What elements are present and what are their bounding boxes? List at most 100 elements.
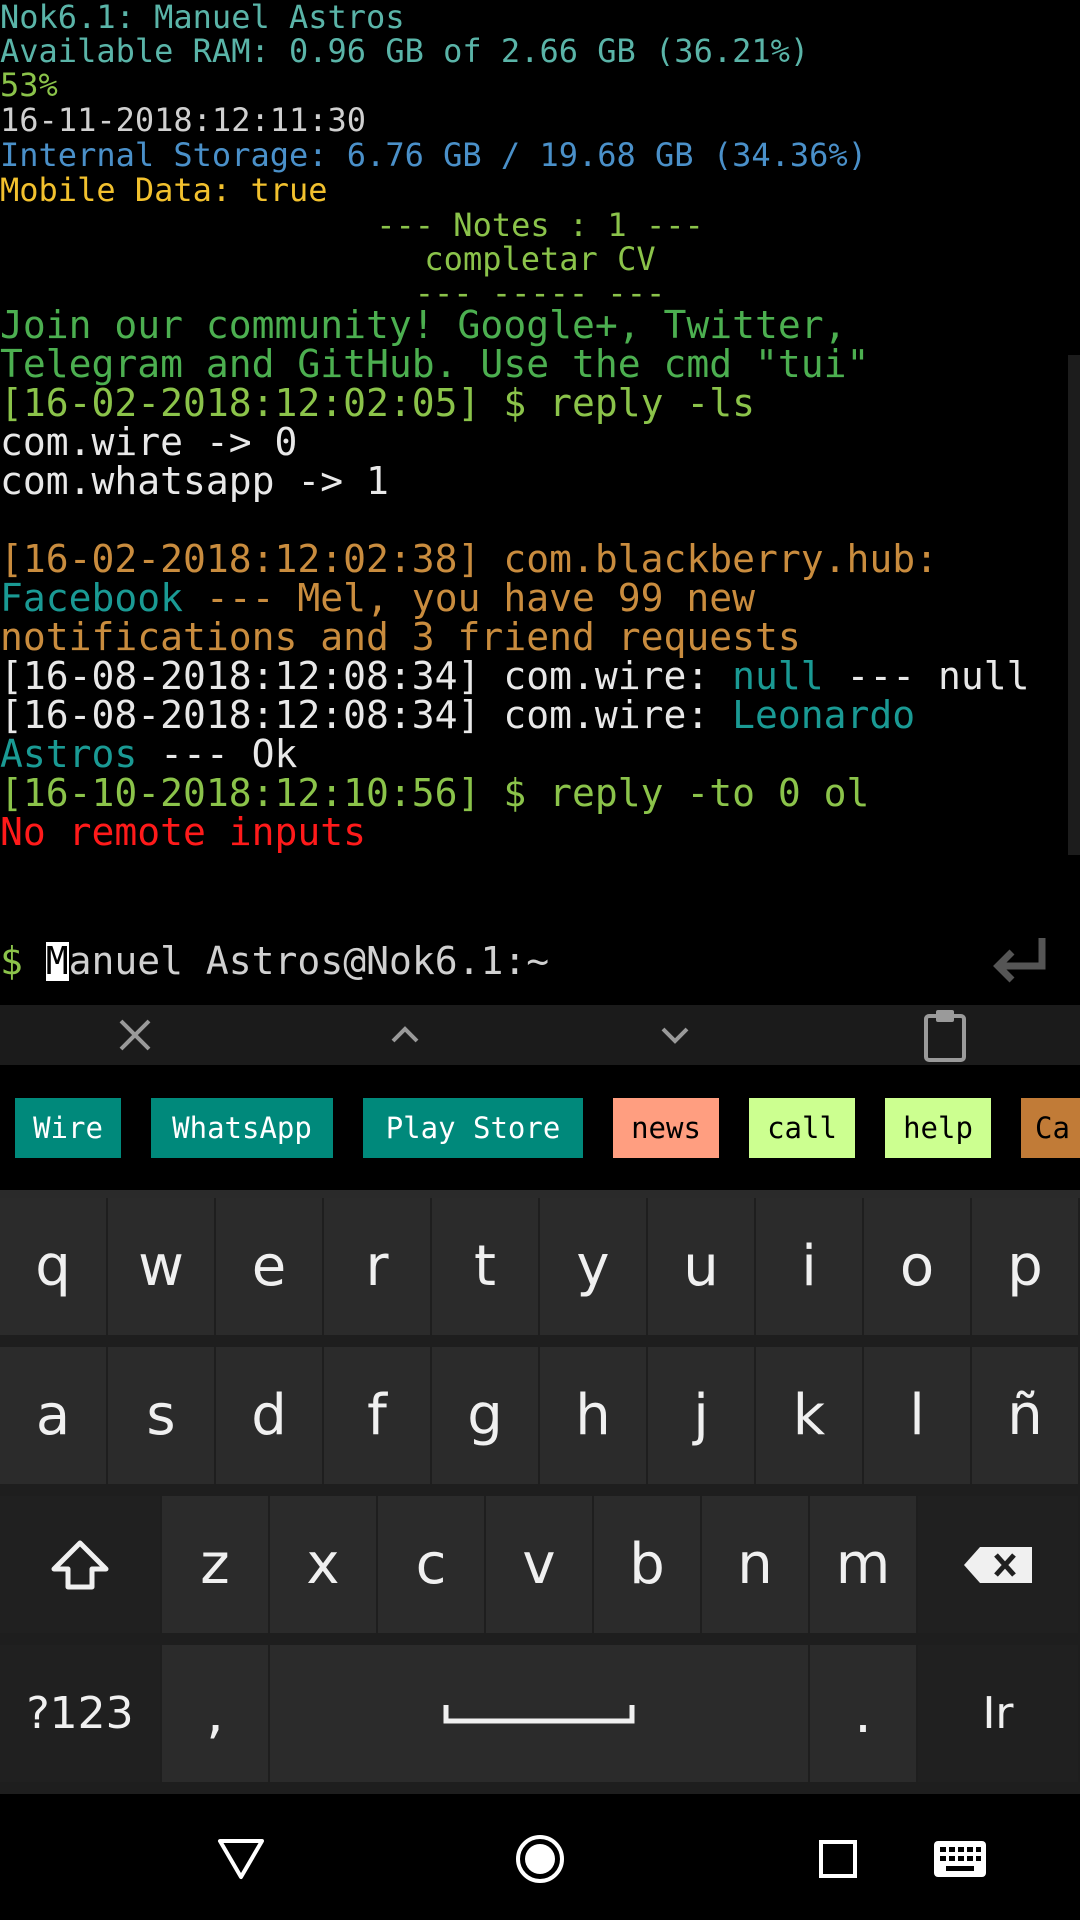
app-shortcut-help[interactable]: help: [885, 1098, 991, 1158]
divider: [0, 1190, 1080, 1198]
notes-item: completar CV: [424, 240, 656, 278]
chevron-up-icon[interactable]: [375, 1005, 435, 1065]
log-output-1: com.wire -> 0: [0, 420, 298, 464]
battery-level: 53%: [0, 66, 58, 104]
key-z[interactable]: z: [162, 1496, 270, 1633]
community-line-2: Telegram and GitHub. Use the cmd "tui": [0, 342, 870, 386]
recents-icon[interactable]: [793, 1814, 883, 1904]
clipboard-icon[interactable]: [915, 1005, 975, 1065]
mobile-data: Mobile Data: true: [0, 171, 328, 209]
key-p[interactable]: p: [972, 1198, 1080, 1335]
key-w[interactable]: w: [108, 1198, 216, 1335]
terminal-output: Nok6.1: Manuel Astros Available RAM: 0.9…: [0, 0, 1080, 1005]
space-icon[interactable]: [270, 1645, 810, 1782]
keyboard-row-3: z x c v b n m: [0, 1496, 1080, 1636]
key-x[interactable]: x: [270, 1496, 378, 1633]
timestamp: [16-02-2018:12:02:05]: [0, 381, 481, 425]
timestamp: [16-10-2018:12:10:56]: [0, 771, 481, 815]
timestamp: [16-02-2018:12:02:38]: [0, 537, 481, 581]
notification-title: Astros: [0, 732, 138, 776]
keyboard-row-2: a s d f g h j k l ñ: [0, 1347, 1080, 1487]
text-cursor: M: [45, 939, 69, 983]
backspace-icon[interactable]: [918, 1496, 1080, 1633]
key-u[interactable]: u: [648, 1198, 756, 1335]
key-r[interactable]: r: [324, 1198, 432, 1335]
key-f[interactable]: f: [324, 1347, 432, 1484]
notification-1-body-2: notifications and 3 friend requests: [0, 615, 801, 659]
timestamp: [16-08-2018:12:08:34]: [0, 693, 481, 737]
storage-info: Internal Storage: 6.76 GB / 19.68 GB (34…: [0, 136, 867, 174]
terminal-toolbar: [0, 1005, 1080, 1065]
key-n[interactable]: n: [702, 1496, 810, 1633]
app-shortcut-whatsapp[interactable]: WhatsApp: [151, 1098, 333, 1158]
shift-icon[interactable]: [0, 1496, 162, 1633]
input-hint: anuel Astros@Nok6.1:~: [68, 939, 550, 983]
system-nav-bar: [0, 1794, 1080, 1920]
notification-app: com.blackberry.hub:: [480, 537, 938, 581]
notification-3-body: Astros --- Ok: [0, 735, 297, 774]
notes-footer: --- ----- ---: [414, 276, 666, 298]
notification-title: Facebook: [0, 576, 184, 620]
app-shortcut-play-store[interactable]: Play Store: [363, 1098, 583, 1158]
notes-title: --- Notes : 1 ---: [376, 206, 704, 244]
notification-1: [16-02-2018:12:02:38] com.blackberry.hub…: [0, 540, 938, 579]
key-i[interactable]: i: [756, 1198, 864, 1335]
log-command-2: [16-10-2018:12:10:56] $ reply -to 0 ol: [0, 774, 869, 813]
notification-2: [16-08-2018:12:08:34] com.wire: null ---…: [0, 657, 1030, 696]
key-comma[interactable]: ,: [162, 1645, 270, 1782]
notification-1-body: Facebook --- Mel, you have 99 new: [0, 579, 755, 618]
key-a[interactable]: a: [0, 1347, 108, 1484]
key-g[interactable]: g: [432, 1347, 540, 1484]
key-s[interactable]: s: [108, 1347, 216, 1484]
datetime: 16-11-2018:12:11:30: [0, 101, 367, 139]
timestamp: [16-08-2018:12:08:34]: [0, 654, 481, 698]
keyboard-icon[interactable]: [915, 1814, 1005, 1904]
notification-app: com.wire:: [480, 654, 733, 698]
error-message: No remote inputs: [0, 810, 367, 854]
prompt-symbol: $: [0, 939, 46, 983]
key-o[interactable]: o: [864, 1198, 972, 1335]
enter-icon[interactable]: [990, 930, 1050, 990]
app-shortcut-ca[interactable]: Ca: [1021, 1098, 1080, 1158]
key-n-tilde[interactable]: ñ: [972, 1347, 1080, 1484]
chevron-down-icon[interactable]: [645, 1005, 705, 1065]
key-h[interactable]: h: [540, 1347, 648, 1484]
community-line-1: Join our community! Google+, Twitter,: [0, 303, 847, 347]
app-shortcut-call[interactable]: call: [749, 1098, 855, 1158]
symbols-key[interactable]: ?123: [0, 1645, 162, 1782]
ram-info: Available RAM: 0.96 GB of 2.66 GB (36.21…: [0, 32, 810, 70]
app-shortcut-bar: Wire WhatsApp Play Store news call help …: [0, 1065, 1080, 1190]
key-m[interactable]: m: [810, 1496, 918, 1633]
notification-app: com.wire:: [480, 693, 733, 737]
soft-keyboard: q w e r t y u i o p a s d f g h j k l ñ …: [0, 1198, 1080, 1794]
scrollbar[interactable]: [1068, 355, 1080, 855]
key-q[interactable]: q: [0, 1198, 108, 1335]
key-c[interactable]: c: [378, 1496, 486, 1633]
key-b[interactable]: b: [594, 1496, 702, 1633]
home-icon[interactable]: [495, 1814, 585, 1904]
key-j[interactable]: j: [648, 1347, 756, 1484]
key-period[interactable]: .: [810, 1645, 918, 1782]
keyboard-row-1: q w e r t y u i o p: [0, 1198, 1080, 1338]
command: $ reply -to 0 ol: [480, 771, 870, 815]
key-k[interactable]: k: [756, 1347, 864, 1484]
notification-text: --- Ok: [137, 732, 298, 776]
key-y[interactable]: y: [540, 1198, 648, 1335]
key-d[interactable]: d: [216, 1347, 324, 1484]
notification-3: [16-08-2018:12:08:34] com.wire: Leonardo: [0, 696, 915, 735]
key-v[interactable]: v: [486, 1496, 594, 1633]
app-shortcut-wire[interactable]: Wire: [15, 1098, 121, 1158]
keyboard-row-4: ?123 , . Ir: [0, 1645, 1080, 1785]
close-icon[interactable]: [105, 1005, 165, 1065]
notification-text: --- Mel, you have 99 new: [183, 576, 755, 620]
language-key[interactable]: Ir: [918, 1645, 1080, 1782]
key-t[interactable]: t: [432, 1198, 540, 1335]
key-l[interactable]: l: [864, 1347, 972, 1484]
device-name: Nok6.1: Manuel Astros: [0, 0, 405, 36]
key-e[interactable]: e: [216, 1198, 324, 1335]
notification-title: Leonardo: [732, 693, 916, 737]
back-icon[interactable]: [196, 1814, 286, 1904]
command-input[interactable]: $ Manuel Astros@Nok6.1:~: [0, 942, 549, 981]
log-command-1: [16-02-2018:12:02:05] $ reply -ls: [0, 384, 755, 423]
app-shortcut-news[interactable]: news: [613, 1098, 719, 1158]
